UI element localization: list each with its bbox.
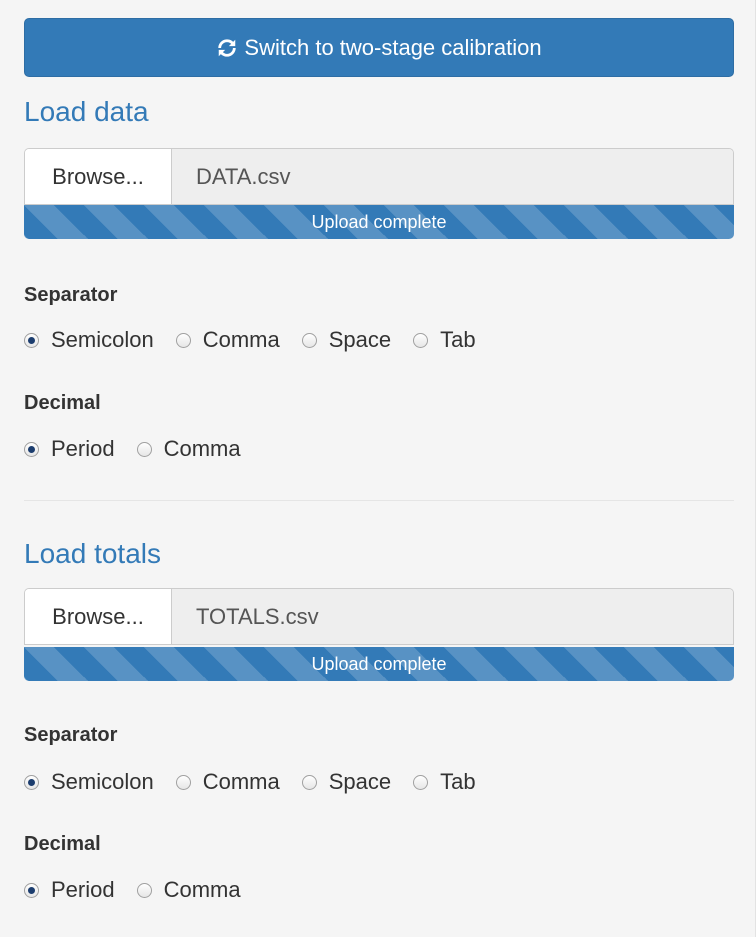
radio-unchecked-icon[interactable]: [413, 332, 429, 348]
data-decimal-group: Period Comma: [24, 436, 263, 462]
totals-decimal-period[interactable]: Period: [24, 877, 115, 903]
data-decimal-period[interactable]: Period: [24, 436, 115, 462]
radio-label: Comma: [202, 769, 280, 794]
totals-decimal-comma[interactable]: Comma: [136, 877, 241, 903]
switch-calibration-label: Switch to two-stage calibration: [244, 34, 542, 60]
radio-unchecked-icon[interactable]: [413, 774, 429, 790]
totals-separator-label: Separator: [24, 724, 118, 746]
radio-label: Comma: [202, 327, 280, 352]
radio-label: Tab: [440, 327, 476, 352]
totals-browse-button[interactable]: Browse...: [25, 589, 172, 644]
totals-separator-comma[interactable]: Comma: [175, 769, 280, 795]
data-decimal-label: Decimal: [24, 392, 101, 414]
radio-unchecked-icon[interactable]: [136, 441, 152, 457]
data-separator-group: Semicolon Comma Space Tab: [24, 327, 498, 353]
load-data-title: Load data: [24, 96, 149, 127]
radio-label: Semicolon: [51, 769, 154, 794]
totals-upload-progress: Upload complete: [24, 647, 734, 681]
data-file-input: Browse... DATA.csv: [24, 148, 734, 205]
data-file-name: DATA.csv: [172, 149, 733, 204]
radio-unchecked-icon[interactable]: [175, 774, 191, 790]
radio-unchecked-icon[interactable]: [301, 332, 317, 348]
radio-checked-icon[interactable]: [24, 774, 39, 790]
totals-separator-space[interactable]: Space: [301, 769, 392, 795]
radio-label: Space: [328, 769, 392, 794]
radio-unchecked-icon[interactable]: [301, 774, 317, 790]
totals-decimal-group: Period Comma: [24, 877, 263, 903]
radio-label: Semicolon: [51, 327, 154, 352]
data-separator-comma[interactable]: Comma: [175, 327, 280, 353]
radio-checked-icon[interactable]: [24, 441, 39, 457]
radio-label: Period: [51, 436, 115, 461]
data-browse-button[interactable]: Browse...: [25, 149, 172, 204]
sidebar-panel: Switch to two-stage calibration Load dat…: [0, 0, 756, 937]
section-divider: [24, 500, 734, 501]
totals-separator-group: Semicolon Comma Space Tab: [24, 769, 498, 795]
data-separator-tab[interactable]: Tab: [413, 327, 476, 353]
totals-file-name: TOTALS.csv: [172, 589, 733, 644]
radio-unchecked-icon[interactable]: [175, 332, 191, 348]
data-separator-label: Separator: [24, 284, 118, 306]
totals-separator-semicolon[interactable]: Semicolon: [24, 769, 154, 795]
data-upload-progress: Upload complete: [24, 205, 734, 239]
data-separator-space[interactable]: Space: [301, 327, 392, 353]
radio-label: Space: [328, 327, 392, 352]
load-totals-title: Load totals: [24, 538, 161, 569]
totals-separator-tab[interactable]: Tab: [413, 769, 476, 795]
switch-calibration-button[interactable]: Switch to two-stage calibration: [24, 18, 734, 77]
radio-label: Comma: [163, 436, 241, 461]
data-progress-text: Upload complete: [311, 211, 447, 232]
radio-label: Comma: [163, 877, 241, 902]
radio-unchecked-icon[interactable]: [136, 882, 152, 898]
data-decimal-comma[interactable]: Comma: [136, 436, 241, 462]
radio-label: Period: [51, 877, 115, 902]
radio-checked-icon[interactable]: [24, 882, 39, 898]
totals-decimal-label: Decimal: [24, 833, 101, 855]
totals-progress-text: Upload complete: [311, 653, 447, 674]
totals-file-input: Browse... TOTALS.csv: [24, 588, 734, 645]
radio-label: Tab: [440, 769, 476, 794]
data-separator-semicolon[interactable]: Semicolon: [24, 327, 154, 353]
refresh-icon: [218, 38, 237, 57]
radio-checked-icon[interactable]: [24, 332, 39, 348]
